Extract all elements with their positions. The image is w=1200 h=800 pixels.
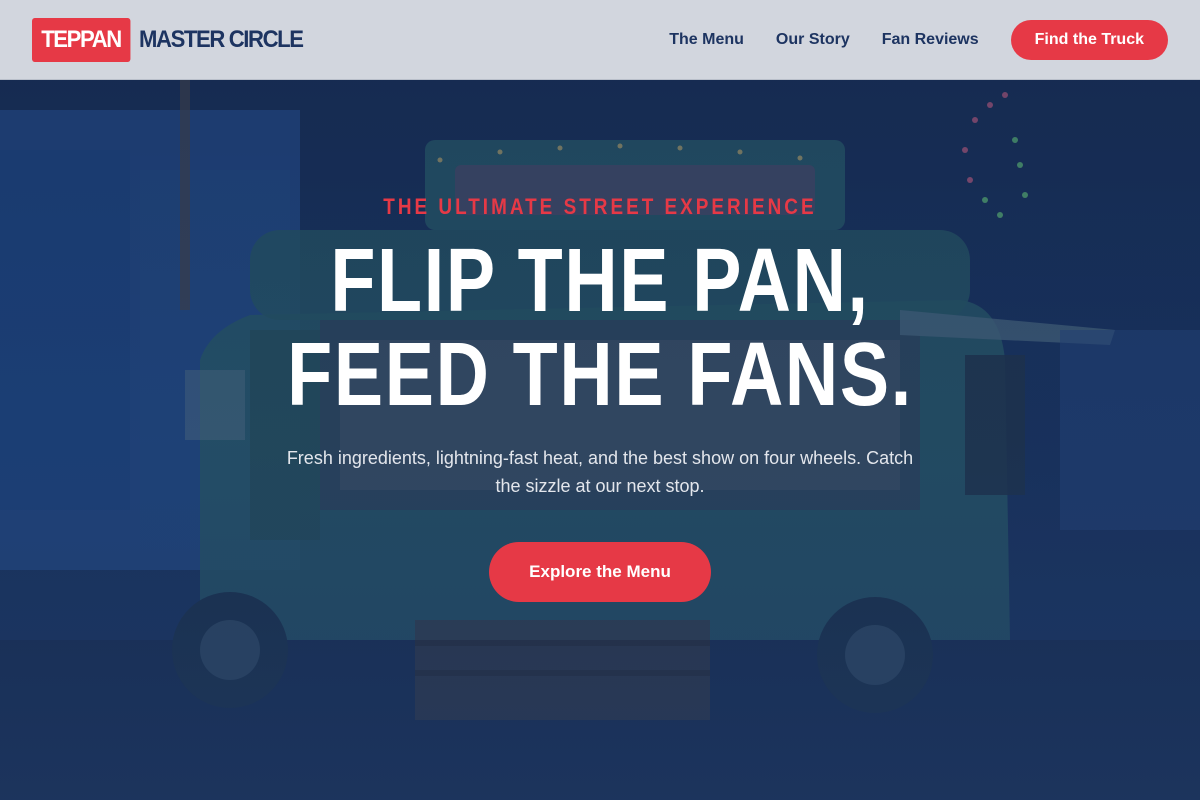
hero-headline: FLIP THE PAN, FEED THE FANS. (108, 234, 1092, 422)
main-nav: The Menu Our Story Fan Reviews Find the … (669, 20, 1168, 60)
nav-link-our-story[interactable]: Our Story (776, 31, 850, 49)
hero-content: THE ULTIMATE STREET EXPERIENCE FLIP THE … (0, 190, 1200, 602)
logo-badge: TEPPAN (32, 18, 131, 62)
logo-wordmark: MASTER CIRCLE (138, 26, 304, 53)
explore-menu-button[interactable]: Explore the Menu (489, 542, 711, 602)
site-logo[interactable]: TEPPAN MASTER CIRCLE (32, 18, 316, 62)
nav-link-fan-reviews[interactable]: Fan Reviews (882, 31, 979, 49)
hero-subtext: Fresh ingredients, lightning-fast heat, … (286, 448, 914, 496)
nav-link-the-menu[interactable]: The Menu (669, 31, 744, 49)
hero-eyebrow: THE ULTIMATE STREET EXPERIENCE (383, 194, 817, 219)
hero-headline-line-1: FLIP THE PAN, (330, 231, 870, 331)
hero-headline-line-2: FEED THE FANS. (287, 325, 913, 425)
site-header: TEPPAN MASTER CIRCLE The Menu Our Story … (0, 0, 1200, 80)
find-the-truck-button[interactable]: Find the Truck (1010, 20, 1168, 60)
